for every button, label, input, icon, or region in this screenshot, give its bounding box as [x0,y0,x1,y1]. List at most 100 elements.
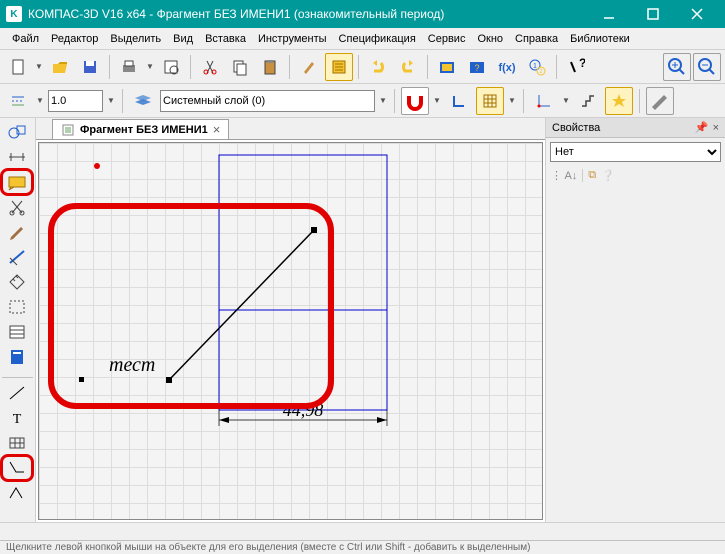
report-tool[interactable] [2,345,32,369]
center-area: Фрагмент БЕЗ ИМЕНИ1 × [36,118,545,522]
menu-edit[interactable]: Редактор [45,31,104,47]
geometry-tool[interactable] [2,120,32,144]
tab-label: Фрагмент БЕЗ ИМЕНИ1 [80,124,208,136]
left-tool-palette: T x [0,118,36,522]
preview-button[interactable] [157,53,185,81]
table-tool[interactable] [2,431,32,455]
snap-dd[interactable]: ▼ [432,87,442,115]
scale-input[interactable] [48,90,103,112]
layer-select[interactable] [160,90,375,112]
menu-file[interactable]: Файл [6,31,45,47]
ortho-button[interactable] [445,87,473,115]
fragment-icon [61,123,75,137]
svg-text:?: ? [579,58,585,70]
print-button[interactable] [115,53,143,81]
menu-libs[interactable]: Библиотеки [564,31,636,47]
cut-button[interactable] [196,53,224,81]
new-button[interactable] [4,53,32,81]
redo-button[interactable] [394,53,422,81]
new-dropdown[interactable]: ▼ [34,53,44,81]
menu-tools[interactable]: Инструменты [252,31,333,47]
edit-tool[interactable] [2,220,32,244]
brush-button[interactable] [295,53,323,81]
rough-tool[interactable] [2,481,32,505]
status-bar: Щелкните левой кнопкой мыши на объекте д… [0,540,725,554]
style-button[interactable] [4,87,32,115]
app-icon: K [6,6,22,22]
annotation-tool[interactable] [2,170,32,194]
dimension-tool[interactable] [2,145,32,169]
measure-tool[interactable] [2,270,32,294]
menu-help[interactable]: Справка [509,31,564,47]
line-tool[interactable] [2,381,32,405]
svg-text:?: ? [474,63,479,73]
menu-window[interactable]: Окно [471,31,509,47]
main-toolbar: ▼ ▼ ? f(x) 12 ? [0,50,725,84]
lib2-button[interactable]: ? [463,53,491,81]
properties-button[interactable] [325,53,353,81]
close-button[interactable] [675,0,719,28]
menu-insert[interactable]: Вставка [199,31,252,47]
properties-panel: Свойства 📌 × Нет ⋮ A↓ ⧉ ❔ [545,118,725,522]
help-icon[interactable]: ❔ [601,169,615,182]
layers-button[interactable] [129,87,157,115]
open-button[interactable] [46,53,74,81]
status-text: Щелкните левой кнопкой мыши на объекте д… [6,542,530,553]
window-title: КОМПАС-3D V16 x64 - Фрагмент БЕЗ ИМЕНИ1 … [28,7,587,21]
properties-header: Свойства 📌 × [546,118,725,138]
fx-button[interactable]: f(x) [493,53,521,81]
work-area: T x Фрагмент БЕЗ ИМЕНИ1 × [0,118,725,522]
copy-button[interactable] [226,53,254,81]
drawing-canvas[interactable]: 44,98 тест [38,142,543,520]
undo-button[interactable] [364,53,392,81]
param-tool[interactable] [2,245,32,269]
help-button[interactable]: ? [562,53,590,81]
coord-button[interactable] [530,87,558,115]
grid-button[interactable] [476,87,504,115]
lib1-button[interactable] [433,53,461,81]
snap-toggle[interactable] [401,87,429,115]
svg-text:1: 1 [533,63,537,70]
title-bar: K КОМПАС-3D V16 x64 - Фрагмент БЕЗ ИМЕНИ… [0,0,725,28]
bottom-bar [0,522,725,540]
leader-tool[interactable]: x [2,456,32,480]
document-tab[interactable]: Фрагмент БЕЗ ИМЕНИ1 × [52,119,229,139]
spec-tool[interactable] [2,320,32,344]
menu-select[interactable]: Выделить [104,31,167,47]
secondary-toolbar: ▼ ▼ ▼ ▼ ▼ ▼ [0,84,725,118]
menu-service[interactable]: Сервис [422,31,472,47]
pin-icon[interactable]: 📌 [695,121,709,134]
properties-icons: ⋮ A↓ ⧉ ❔ [546,166,725,185]
panel-close[interactable]: × [713,122,719,134]
coord-dd[interactable]: ▼ [561,87,571,115]
paste-button[interactable] [256,53,284,81]
menu-view[interactable]: Вид [167,31,199,47]
print-dropdown[interactable]: ▼ [145,53,155,81]
tab-strip: Фрагмент БЕЗ ИМЕНИ1 × [36,118,545,140]
menu-bar: Файл Редактор Выделить Вид Вставка Инстр… [0,28,725,50]
pen-button[interactable] [646,87,674,115]
step-button[interactable] [574,87,602,115]
menu-spec[interactable]: Спецификация [333,31,422,47]
text-tool[interactable]: T [2,406,32,430]
svg-text:T: T [13,412,22,427]
zoom-in-button[interactable] [663,53,691,81]
select-tool[interactable] [2,295,32,319]
properties-title: Свойства [552,122,600,134]
scale-dropdown[interactable]: ▼ [106,87,116,115]
layer-dropdown[interactable]: ▼ [378,87,388,115]
svg-text:f(x): f(x) [498,62,515,74]
minimize-button[interactable] [587,0,631,28]
save-button[interactable] [76,53,104,81]
grid-dd[interactable]: ▼ [507,87,517,115]
properties-select[interactable]: Нет [550,142,721,162]
sort-icon[interactable]: ⋮ A↓ [551,169,583,182]
cut2-tool[interactable] [2,195,32,219]
tab-close[interactable]: × [213,122,221,137]
maximize-button[interactable] [631,0,675,28]
vars-button[interactable]: 12 [523,53,551,81]
star-button[interactable] [605,87,633,115]
group-icon[interactable]: ⧉ [588,169,596,182]
style-dropdown[interactable]: ▼ [35,87,45,115]
zoom-out-button[interactable] [693,53,721,81]
